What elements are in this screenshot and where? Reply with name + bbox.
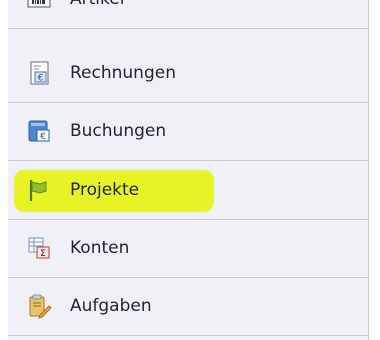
tasks-clipboard-icon bbox=[26, 293, 52, 319]
booking-euro-icon: € bbox=[26, 118, 52, 144]
sidebar-item-aufgaben[interactable]: Aufgaben bbox=[8, 278, 368, 336]
sidebar-item-label: Projekte bbox=[70, 180, 140, 200]
navigation-sidebar: Artikel € Rechnungen € Buchungen bbox=[8, 0, 369, 340]
sidebar-item-label: Aufgaben bbox=[70, 296, 152, 316]
svg-text:€: € bbox=[40, 132, 46, 142]
barcode-icon bbox=[26, 0, 52, 12]
sidebar-item-label: Rechnungen bbox=[70, 63, 176, 83]
sidebar-item-label: Konten bbox=[70, 238, 130, 258]
accounts-sum-icon: Σ bbox=[26, 235, 52, 261]
sidebar-item-rechnungen[interactable]: € Rechnungen bbox=[8, 45, 368, 103]
flag-icon bbox=[26, 177, 52, 203]
svg-text:€: € bbox=[38, 74, 44, 84]
sidebar-item-projekte[interactable]: Projekte bbox=[8, 162, 368, 220]
sidebar-item-label: Buchungen bbox=[70, 121, 167, 141]
sidebar-item-artikel[interactable]: Artikel bbox=[8, 0, 368, 29]
invoice-euro-icon: € bbox=[26, 60, 52, 86]
sidebar-item-konten[interactable]: Σ Konten bbox=[8, 220, 368, 278]
svg-text:Σ: Σ bbox=[40, 249, 46, 259]
sidebar-item-label: Artikel bbox=[70, 0, 124, 11]
sidebar-item-buchungen[interactable]: € Buchungen bbox=[8, 103, 368, 161]
